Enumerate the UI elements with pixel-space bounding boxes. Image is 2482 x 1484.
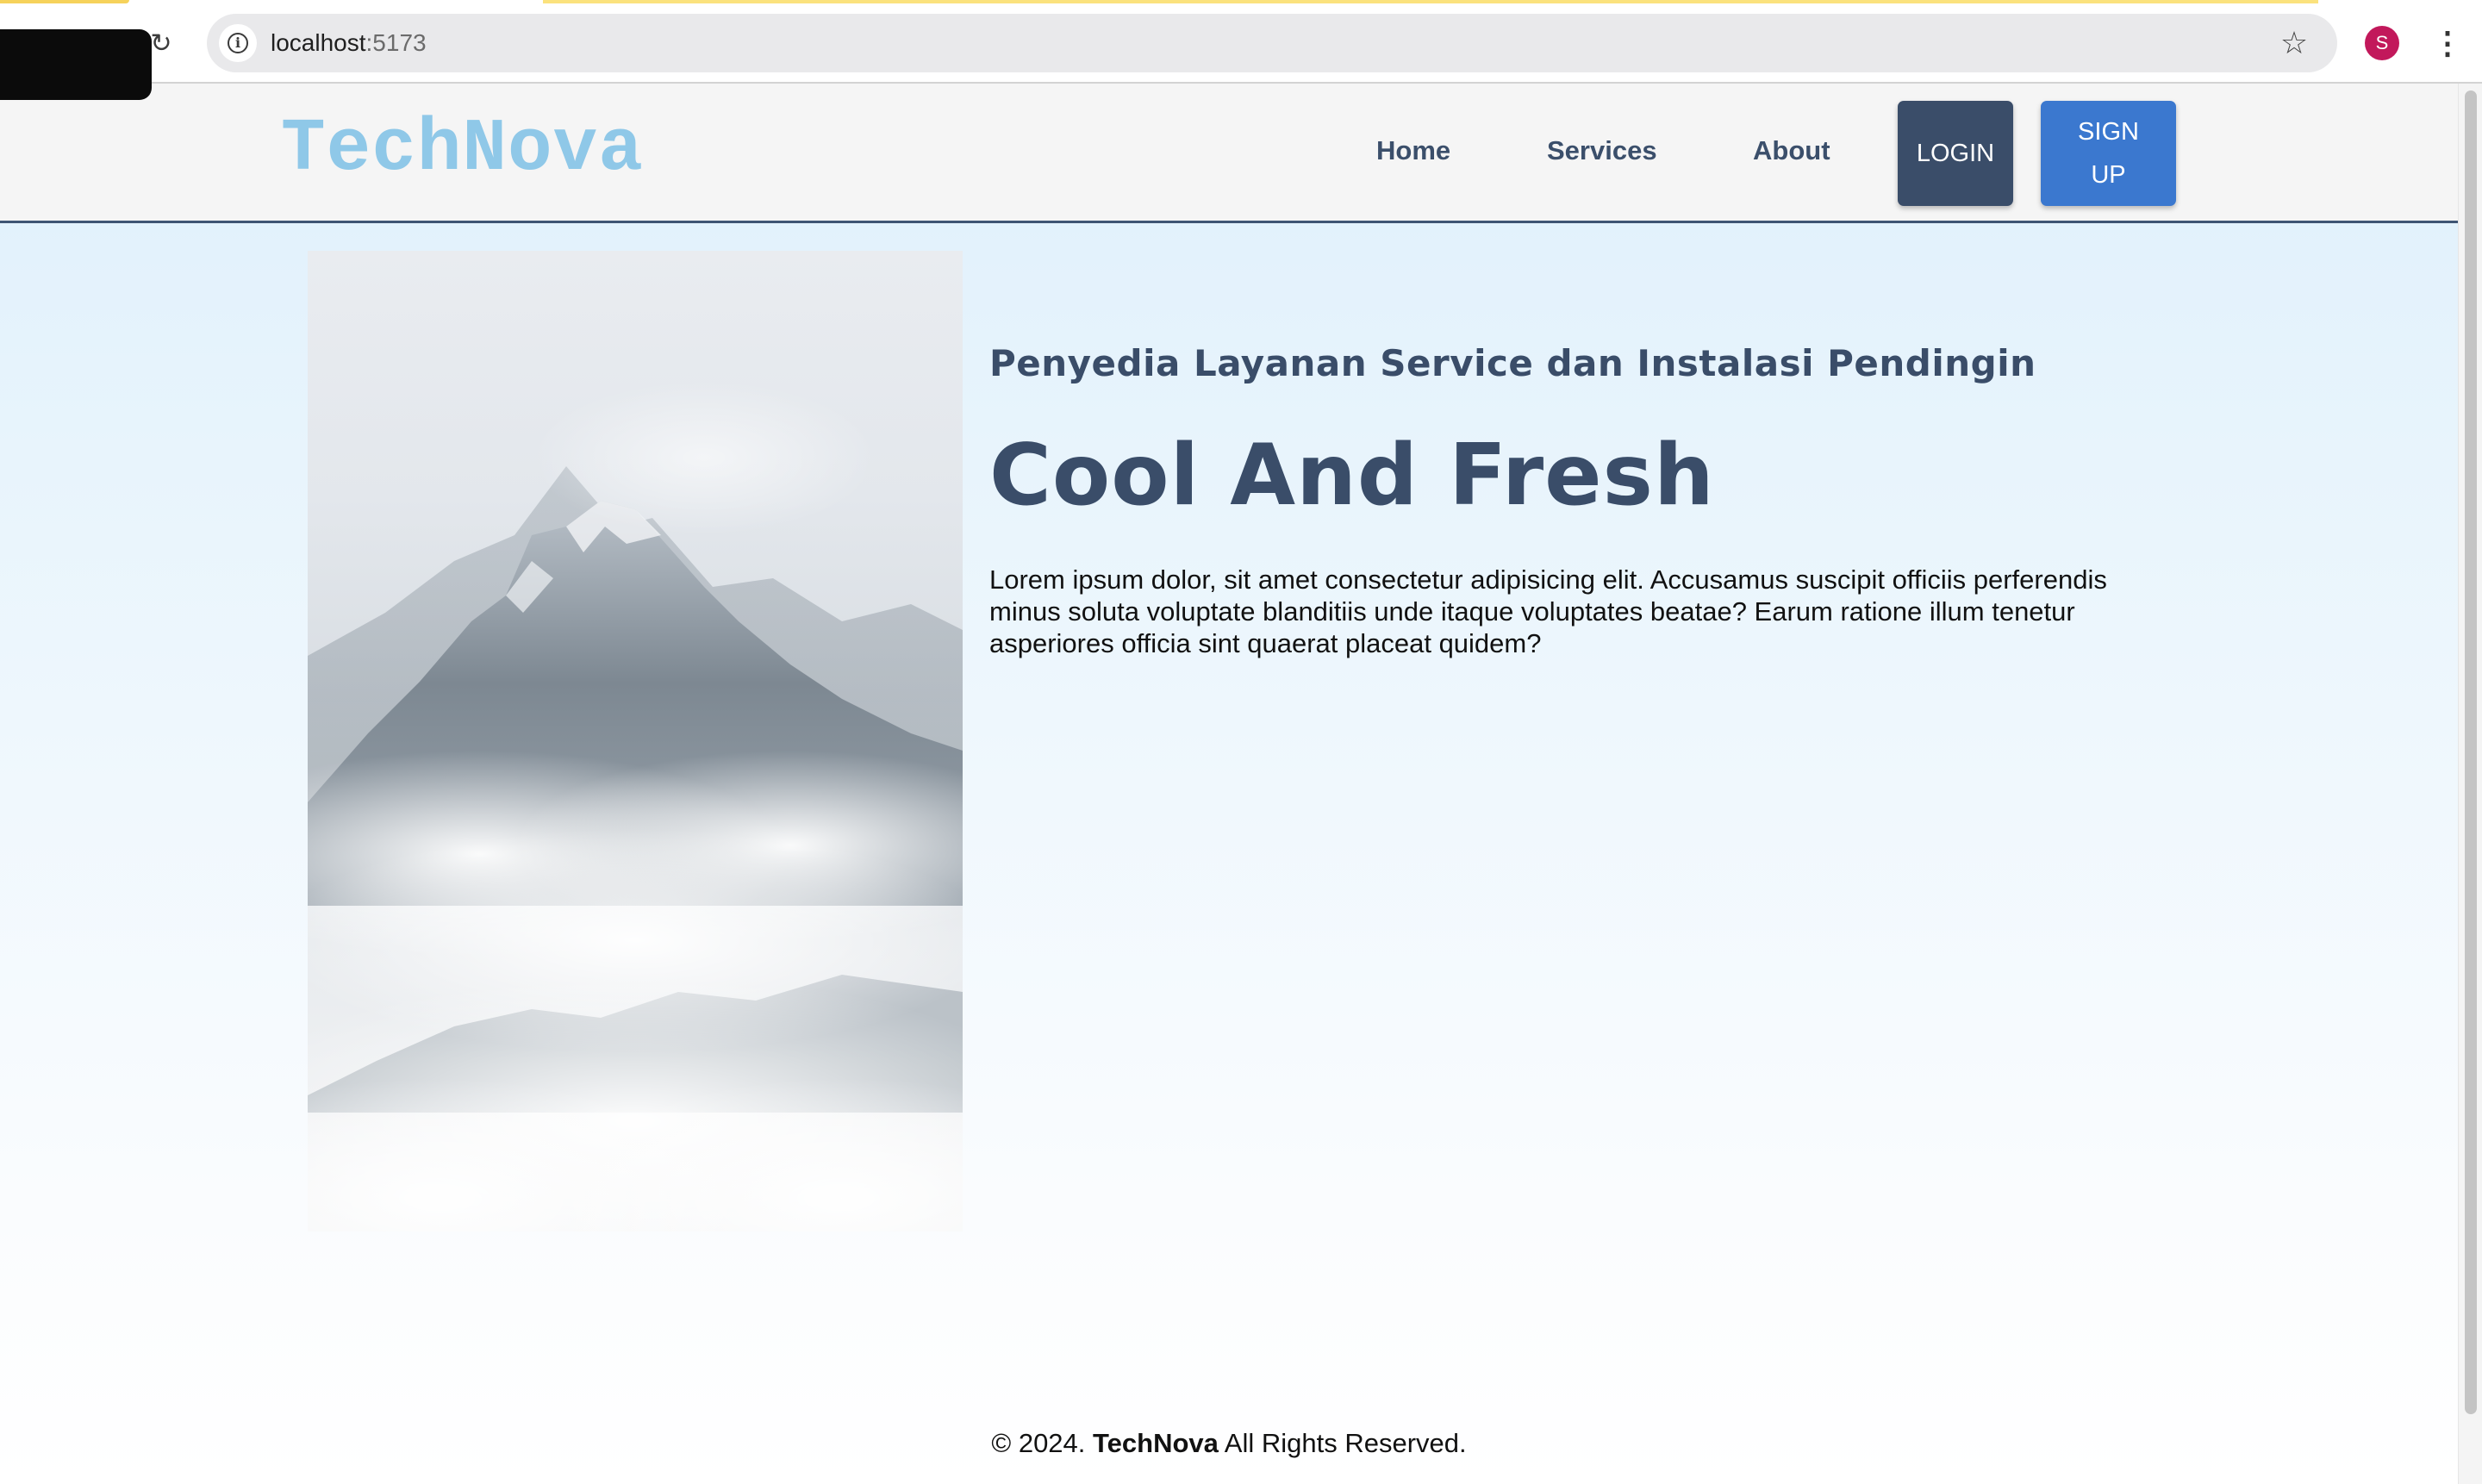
nav-link-home[interactable]: Home [1376, 132, 1450, 170]
footer-copyright-prefix: © 2024. [991, 1428, 1094, 1458]
tab-accent-right [543, 0, 2318, 3]
page-scrollbar[interactable] [2458, 84, 2482, 1484]
profile-avatar[interactable]: S [2365, 26, 2399, 60]
address-bar[interactable]: i localhost:5173 ☆ [207, 14, 2337, 72]
scrollbar-thumb[interactable] [2465, 90, 2477, 1414]
browser-menu-icon[interactable]: ⋮ [2432, 24, 2463, 62]
footer-brand: TechNova [1093, 1428, 1219, 1458]
site-info-icon[interactable]: i [219, 24, 257, 62]
redacted-region [0, 29, 152, 100]
tab-accent-left [0, 0, 129, 3]
hero-image [308, 251, 963, 1231]
site-logo[interactable]: TechNova [281, 106, 644, 192]
url-port: :5173 [365, 29, 427, 56]
signup-button[interactable]: SIGN UP [2041, 101, 2176, 206]
hero-headline: Cool And Fresh [989, 427, 1715, 525]
login-button[interactable]: LOGIN [1898, 101, 2013, 206]
url-host: localhost [271, 29, 366, 56]
footer-copyright-suffix: All Rights Reserved. [1218, 1428, 1467, 1458]
url-text[interactable]: localhost:5173 [271, 14, 427, 72]
hero-description: Lorem ipsum dolor, sit amet consectetur … [989, 564, 2107, 658]
tab-strip-accent [0, 0, 2482, 3]
page-viewport: TechNova Home Services About LOGIN SIGN … [0, 84, 2458, 1484]
bookmark-star-icon[interactable]: ☆ [2277, 26, 2311, 60]
site-navbar: TechNova Home Services About LOGIN SIGN … [0, 84, 2458, 223]
hero-tagline: Penyedia Layanan Service dan Instalasi P… [989, 342, 2036, 384]
nav-link-about[interactable]: About [1753, 132, 1830, 170]
site-footer: © 2024. TechNova All Rights Reserved. [0, 1428, 2458, 1459]
browser-toolbar: ↻ i localhost:5173 ☆ S ⋮ [0, 0, 2482, 84]
signup-label-line1: SIGN [2078, 118, 2139, 146]
nav-link-services[interactable]: Services [1547, 132, 1657, 170]
mountain-illustration [308, 380, 963, 1231]
signup-label-line2: UP [2091, 161, 2126, 189]
